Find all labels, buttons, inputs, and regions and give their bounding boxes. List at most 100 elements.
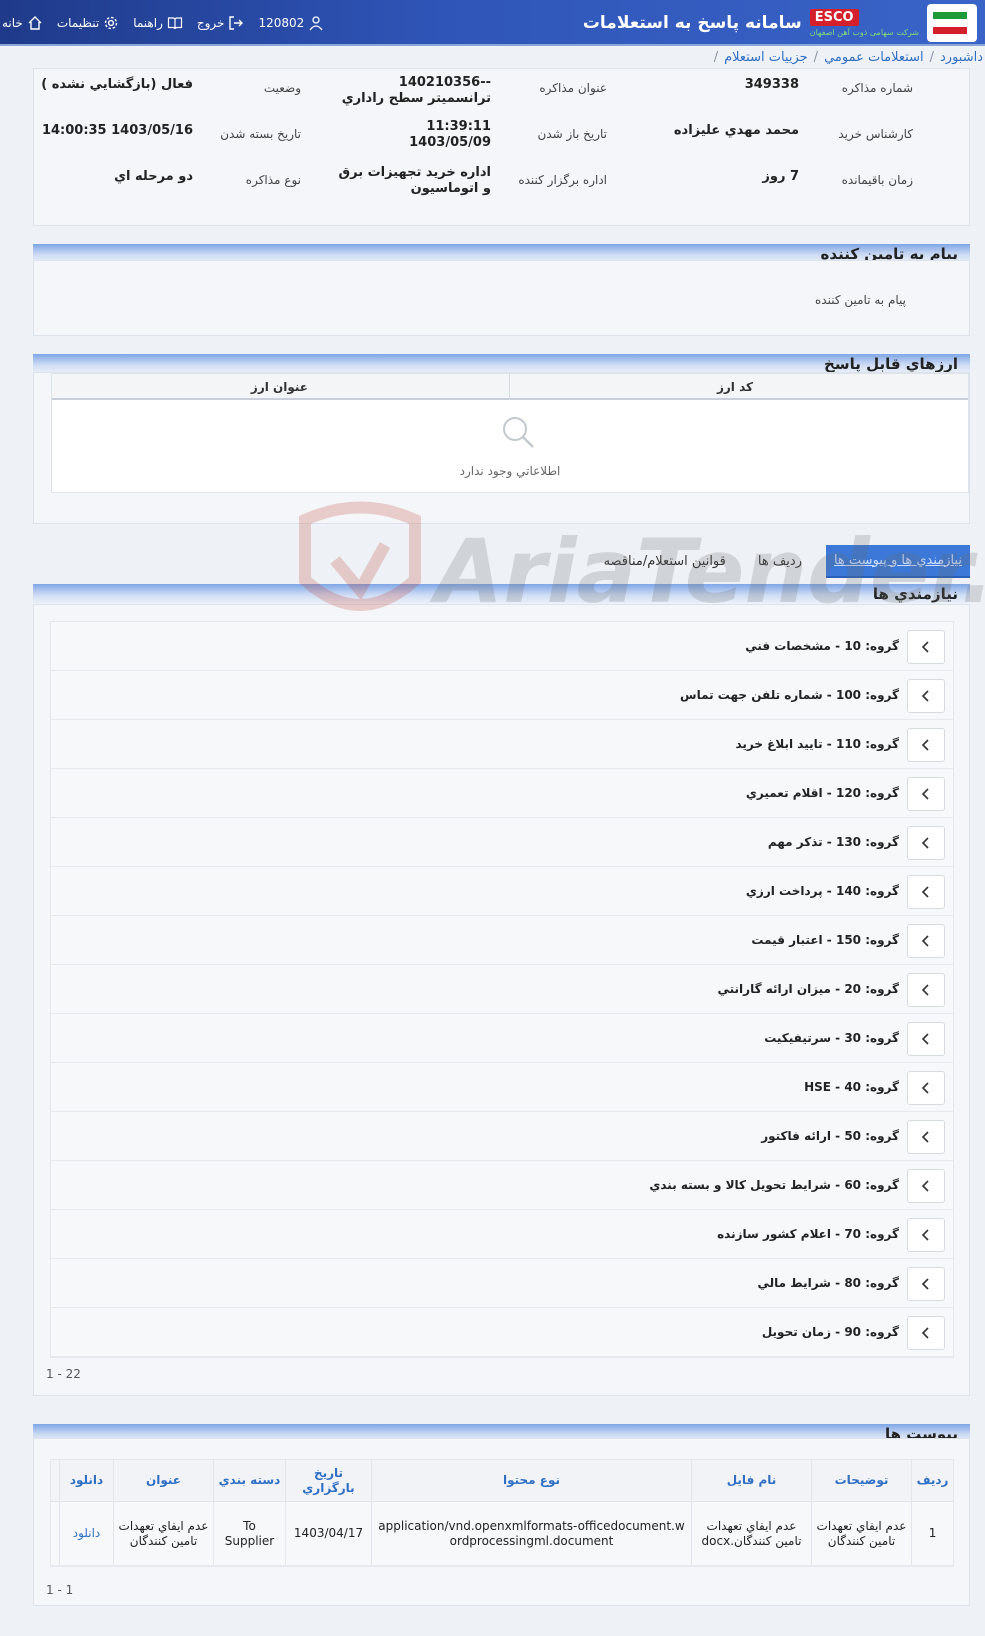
type-value: دو مرحله اي xyxy=(114,169,193,184)
gear-icon xyxy=(103,15,119,31)
expand-button[interactable] xyxy=(907,1071,945,1105)
list-item[interactable]: گروه: 30 - سرتيفيکيت xyxy=(51,1014,953,1063)
chevron-left-icon xyxy=(921,1131,929,1143)
expert-value: محمد مهدي عليزاده xyxy=(673,123,799,138)
list-item[interactable]: گروه: 50 - ارائه فاکتور xyxy=(51,1112,953,1161)
chevron-left-icon xyxy=(921,984,929,996)
expand-button[interactable] xyxy=(907,1120,945,1154)
supplier-message-text: پيام به تامين کننده xyxy=(815,293,906,307)
nav-settings-label: تنظیمات xyxy=(56,16,100,30)
nav-settings[interactable]: تنظیمات xyxy=(57,15,119,31)
expand-button[interactable] xyxy=(907,1316,945,1350)
expand-button[interactable] xyxy=(907,777,945,811)
nav-home[interactable]: خانه xyxy=(2,15,43,31)
close-date-label: تاريخ بسته شدن xyxy=(220,127,301,141)
chevron-left-icon xyxy=(921,739,929,751)
expand-button[interactable] xyxy=(907,679,945,713)
supplier-message-panel: پيام به تامين کننده xyxy=(33,260,970,336)
attachment-description: عدم ايفاي تعهدات تامين کنندگان xyxy=(811,1502,911,1565)
chevron-left-icon xyxy=(921,1327,929,1339)
expand-button[interactable] xyxy=(907,973,945,1007)
type-label: نوع مذاکره xyxy=(245,173,301,187)
breadcrumb-public-inquiries[interactable]: استعلامات عمومي xyxy=(824,50,924,65)
tab-requirements-attachments[interactable]: نيازمندي ها و پيوست ها xyxy=(825,544,970,578)
col-currency-title[interactable]: عنوان ارز xyxy=(251,380,308,394)
number-label: شماره مذاکره xyxy=(841,81,913,95)
nav-logout-label: خروج xyxy=(196,16,225,30)
status-value: فعال (بازگشايي نشده ) xyxy=(41,77,193,92)
company-logo xyxy=(927,4,977,42)
nav-help[interactable]: راهنما xyxy=(133,15,183,31)
department-value-line1: اداره خريد تجهيزات برق xyxy=(338,165,491,180)
requirement-group-label: گروه: 130 - تذکر مهم xyxy=(767,835,899,849)
open-date-day: 1403/05/09 xyxy=(409,135,491,150)
col-description[interactable]: توضيحات xyxy=(811,1460,911,1501)
breadcrumb-separator: / xyxy=(713,49,719,65)
list-item[interactable]: گروه: 150 - اعتبار قيمت xyxy=(51,916,953,965)
list-item[interactable]: گروه: 130 - تذکر مهم xyxy=(51,818,953,867)
breadcrumb-inquiry-details[interactable]: جزييات استعلام xyxy=(724,50,808,65)
currencies-title: ارزهاي قابل پاسخ xyxy=(824,355,958,373)
attachment-upload-date: 1403/04/17 xyxy=(285,1502,371,1565)
close-date-value: 1403/05/16 14:00:35 xyxy=(41,123,193,138)
currencies-table-header: کد ارز عنوان ارز xyxy=(52,374,968,400)
col-index[interactable]: رديف xyxy=(911,1460,953,1501)
inquiry-info-panel: شماره مذاکره 349338 عنوان مذاکره --14021… xyxy=(33,68,970,226)
download-link[interactable]: دانلود xyxy=(59,1502,113,1565)
requirement-group-label: گروه: 50 - ارائه فاکتور xyxy=(761,1129,899,1143)
col-upload-date[interactable]: تاريخ بارگزاري xyxy=(285,1460,371,1501)
breadcrumb: داشبورد / استعلامات عمومي / جزييات استعل… xyxy=(0,46,985,68)
expand-button[interactable] xyxy=(907,630,945,664)
expand-button[interactable] xyxy=(907,826,945,860)
requirement-group-label: گروه: 100 - شماره تلفن جهت تماس xyxy=(680,688,899,702)
requirement-group-label: گروه: 140 - پرداخت ارزي xyxy=(745,884,899,898)
chevron-left-icon xyxy=(921,1033,929,1045)
flag-icon xyxy=(933,12,967,34)
esco-badge: ESCO xyxy=(809,9,859,26)
col-download[interactable]: دانلود xyxy=(59,1460,113,1501)
col-content-type[interactable]: نوع محتوا xyxy=(371,1460,691,1501)
list-item[interactable]: گروه: 100 - شماره تلفن جهت تماس xyxy=(51,671,953,720)
list-item[interactable]: گروه: 60 - شرايط تحويل کالا و بسته بندي xyxy=(51,1161,953,1210)
attachments-pager: 1 - 1 xyxy=(46,1583,74,1597)
col-category[interactable]: دسته بندي xyxy=(213,1460,285,1501)
brand-subtitle: شرکت سهامی ذوب آهن اصفهان xyxy=(809,28,919,37)
list-item[interactable]: گروه: 10 - مشخصات فني xyxy=(51,622,953,671)
list-item[interactable]: گروه: 90 - زمان تحويل xyxy=(51,1308,953,1357)
chevron-left-icon xyxy=(921,1180,929,1192)
chevron-left-icon xyxy=(921,1278,929,1290)
expand-button[interactable] xyxy=(907,1022,945,1056)
list-item[interactable]: گروه: 140 - پرداخت ارزي xyxy=(51,867,953,916)
list-item[interactable]: گروه: 120 - اقلام تعميري xyxy=(51,769,953,818)
list-item[interactable]: گروه: 110 - تاييد ابلاغ خريد xyxy=(51,720,953,769)
expand-button[interactable] xyxy=(907,1218,945,1252)
detail-tabs: نيازمندي ها و پيوست ها رديف ها قوانين اس… xyxy=(596,542,970,580)
nav-logout[interactable]: خروج xyxy=(197,15,245,31)
col-currency-code[interactable]: کد ارز xyxy=(717,380,753,394)
tab-rules[interactable]: قوانين استعلام/مناقصه xyxy=(596,546,734,577)
attachments-table-header: رديف توضيحات نام فايل نوع محتوا تاريخ با… xyxy=(51,1460,953,1502)
breadcrumb-separator: / xyxy=(813,49,819,65)
department-value-line2: و اتوماسيون xyxy=(410,181,491,196)
expand-button[interactable] xyxy=(907,875,945,909)
chevron-left-icon xyxy=(921,1229,929,1241)
remaining-label: زمان باقيمانده xyxy=(841,173,913,187)
nav-user[interactable]: 120802 xyxy=(258,15,324,31)
tab-rows[interactable]: رديف ها xyxy=(750,546,810,577)
requirements-pager: 1 - 22 xyxy=(46,1367,81,1381)
list-item[interactable]: گروه: 40 - HSE xyxy=(51,1063,953,1112)
open-date-time: 11:39:11 xyxy=(426,119,491,134)
expand-button[interactable] xyxy=(907,728,945,762)
expand-button[interactable] xyxy=(907,1267,945,1301)
chevron-left-icon xyxy=(921,886,929,898)
list-item[interactable]: گروه: 70 - اعلام کشور سازنده xyxy=(51,1210,953,1259)
breadcrumb-dashboard[interactable]: داشبورد xyxy=(940,50,983,65)
expand-button[interactable] xyxy=(907,924,945,958)
requirement-group-label: گروه: 20 - ميزان ارائه گارانتي xyxy=(717,982,899,996)
list-item[interactable]: گروه: 80 - شرايط مالي xyxy=(51,1259,953,1308)
list-item[interactable]: گروه: 20 - ميزان ارائه گارانتي xyxy=(51,965,953,1014)
expand-button[interactable] xyxy=(907,1169,945,1203)
col-file-name[interactable]: نام فايل xyxy=(691,1460,811,1501)
top-nav: خانه تنظیمات راهنما خروج 120802 xyxy=(0,0,324,46)
col-title[interactable]: عنوان xyxy=(113,1460,213,1501)
